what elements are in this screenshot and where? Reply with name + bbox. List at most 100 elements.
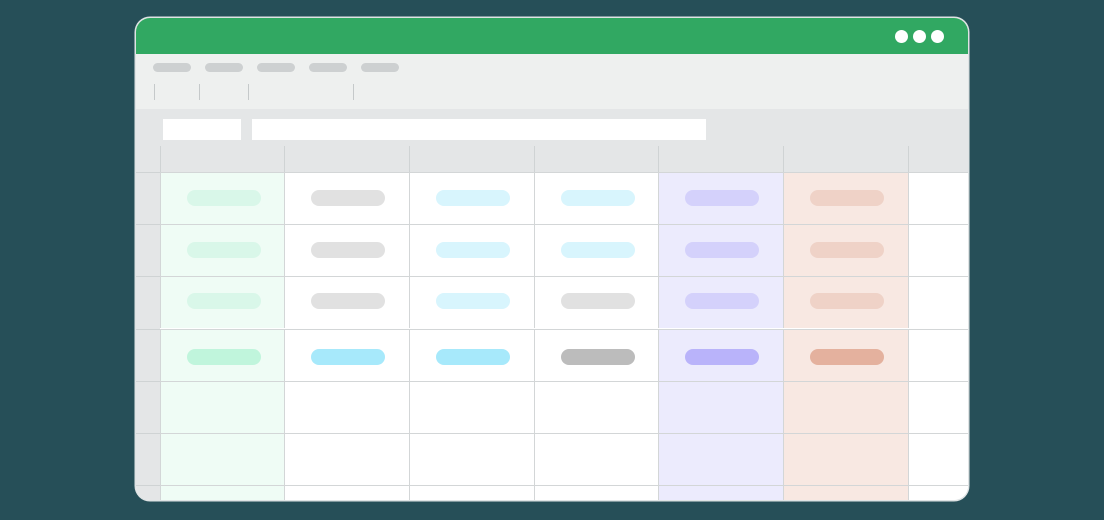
sheet-cell[interactable] bbox=[908, 224, 968, 276]
sheet-cell[interactable] bbox=[534, 433, 659, 485]
cell-placeholder-bar bbox=[311, 349, 385, 365]
cell-placeholder-bar bbox=[810, 349, 884, 365]
menu-item-placeholder[interactable] bbox=[205, 63, 243, 72]
row-headers bbox=[136, 146, 160, 500]
cell-placeholder-bar bbox=[187, 293, 261, 309]
sheet-cell[interactable] bbox=[409, 224, 534, 276]
cell-placeholder-bar bbox=[561, 293, 635, 309]
sheet-cell[interactable] bbox=[284, 172, 409, 224]
cell-placeholder-bar bbox=[810, 190, 884, 206]
sheet-cell[interactable] bbox=[658, 276, 783, 328]
toolbar-divider bbox=[248, 84, 249, 100]
sheet-cell[interactable] bbox=[284, 329, 409, 381]
cell-placeholder-bar bbox=[187, 190, 261, 206]
sheet-cell[interactable] bbox=[284, 433, 409, 485]
menu-item-placeholder[interactable] bbox=[153, 63, 191, 72]
window-control-dot-icon[interactable] bbox=[913, 30, 926, 43]
sheet-cell[interactable] bbox=[908, 485, 968, 500]
sheet-cell[interactable] bbox=[658, 381, 783, 433]
sheet-cell[interactable] bbox=[783, 276, 908, 328]
sheet-cell[interactable] bbox=[534, 329, 659, 381]
sheet-cell[interactable] bbox=[409, 485, 534, 500]
cell-placeholder-bar bbox=[436, 190, 510, 206]
cell-placeholder-bar bbox=[561, 190, 635, 206]
cell-placeholder-bar bbox=[685, 242, 759, 258]
row-header[interactable] bbox=[136, 224, 160, 276]
sheet-cell[interactable] bbox=[409, 276, 534, 328]
sheet-cell[interactable] bbox=[658, 485, 783, 500]
column-header[interactable] bbox=[534, 146, 659, 172]
menu-item-placeholder[interactable] bbox=[309, 63, 347, 72]
name-box[interactable] bbox=[163, 119, 241, 140]
sheet-cell[interactable] bbox=[783, 329, 908, 381]
formula-input[interactable] bbox=[252, 119, 706, 140]
sheet-cell[interactable] bbox=[409, 329, 534, 381]
sheet-cell[interactable] bbox=[658, 224, 783, 276]
cell-placeholder-bar bbox=[187, 242, 261, 258]
sheet-cell[interactable] bbox=[160, 433, 285, 485]
row-header[interactable] bbox=[136, 485, 160, 500]
sheet-cell[interactable] bbox=[409, 172, 534, 224]
row-header[interactable] bbox=[136, 172, 160, 224]
row-header[interactable] bbox=[136, 433, 160, 485]
sheet-cell[interactable] bbox=[160, 329, 285, 381]
menu-bar bbox=[136, 54, 968, 109]
sheet-cell[interactable] bbox=[409, 381, 534, 433]
sheet-cell[interactable] bbox=[658, 329, 783, 381]
column-header[interactable] bbox=[783, 146, 908, 172]
sheet-cell[interactable] bbox=[908, 381, 968, 433]
window-control-dot-icon[interactable] bbox=[895, 30, 908, 43]
column-header[interactable] bbox=[409, 146, 534, 172]
toolbar-divider bbox=[154, 84, 155, 100]
cell-placeholder-bar bbox=[436, 242, 510, 258]
sheet-cell[interactable] bbox=[783, 172, 908, 224]
window-control-dot-icon[interactable] bbox=[931, 30, 944, 43]
row-header[interactable] bbox=[136, 381, 160, 433]
spreadsheet-window bbox=[136, 18, 968, 500]
sheet-cell[interactable] bbox=[534, 276, 659, 328]
sheet-cell[interactable] bbox=[284, 485, 409, 500]
column-header[interactable] bbox=[284, 146, 409, 172]
sheet-cell[interactable] bbox=[160, 224, 285, 276]
menu-item-placeholder[interactable] bbox=[257, 63, 295, 72]
sheet-cell[interactable] bbox=[284, 276, 409, 328]
sheet-cell[interactable] bbox=[783, 433, 908, 485]
sheet-cell[interactable] bbox=[160, 485, 285, 500]
sheet-cell[interactable] bbox=[908, 172, 968, 224]
cell-placeholder-bar bbox=[311, 190, 385, 206]
sheet-cell[interactable] bbox=[534, 224, 659, 276]
column-header[interactable] bbox=[908, 146, 968, 172]
cell-placeholder-bar bbox=[810, 242, 884, 258]
sheet-cell[interactable] bbox=[908, 433, 968, 485]
cell-placeholder-bar bbox=[436, 349, 510, 365]
title-bar bbox=[136, 18, 968, 54]
sheet-cell[interactable] bbox=[658, 433, 783, 485]
sheet-cell[interactable] bbox=[534, 381, 659, 433]
cell-placeholder-bar bbox=[685, 190, 759, 206]
column-header[interactable] bbox=[160, 146, 285, 172]
sheet-cell[interactable] bbox=[908, 276, 968, 328]
row-header[interactable] bbox=[136, 276, 160, 328]
sheet-cell[interactable] bbox=[783, 224, 908, 276]
sheet-cell[interactable] bbox=[783, 485, 908, 500]
cell-placeholder-bar bbox=[810, 293, 884, 309]
sheet-cell[interactable] bbox=[534, 485, 659, 500]
sheet-cell[interactable] bbox=[409, 433, 534, 485]
sheet-cell[interactable] bbox=[160, 172, 285, 224]
sheet-cell[interactable] bbox=[908, 329, 968, 381]
window-controls bbox=[895, 30, 944, 43]
sheet-cell[interactable] bbox=[284, 224, 409, 276]
cell-placeholder-bar bbox=[685, 293, 759, 309]
toolbar-divider bbox=[353, 84, 354, 100]
column-header[interactable] bbox=[658, 146, 783, 172]
menu-item-placeholder[interactable] bbox=[361, 63, 399, 72]
sheet-cell[interactable] bbox=[160, 381, 285, 433]
cell-placeholder-bar bbox=[561, 242, 635, 258]
row-header[interactable] bbox=[136, 329, 160, 381]
sheet-cell[interactable] bbox=[160, 276, 285, 328]
sheet-cell[interactable] bbox=[783, 381, 908, 433]
sheet-cell[interactable] bbox=[284, 381, 409, 433]
sheet-cell[interactable] bbox=[534, 172, 659, 224]
sheet-cell[interactable] bbox=[658, 172, 783, 224]
column-headers bbox=[160, 146, 968, 172]
